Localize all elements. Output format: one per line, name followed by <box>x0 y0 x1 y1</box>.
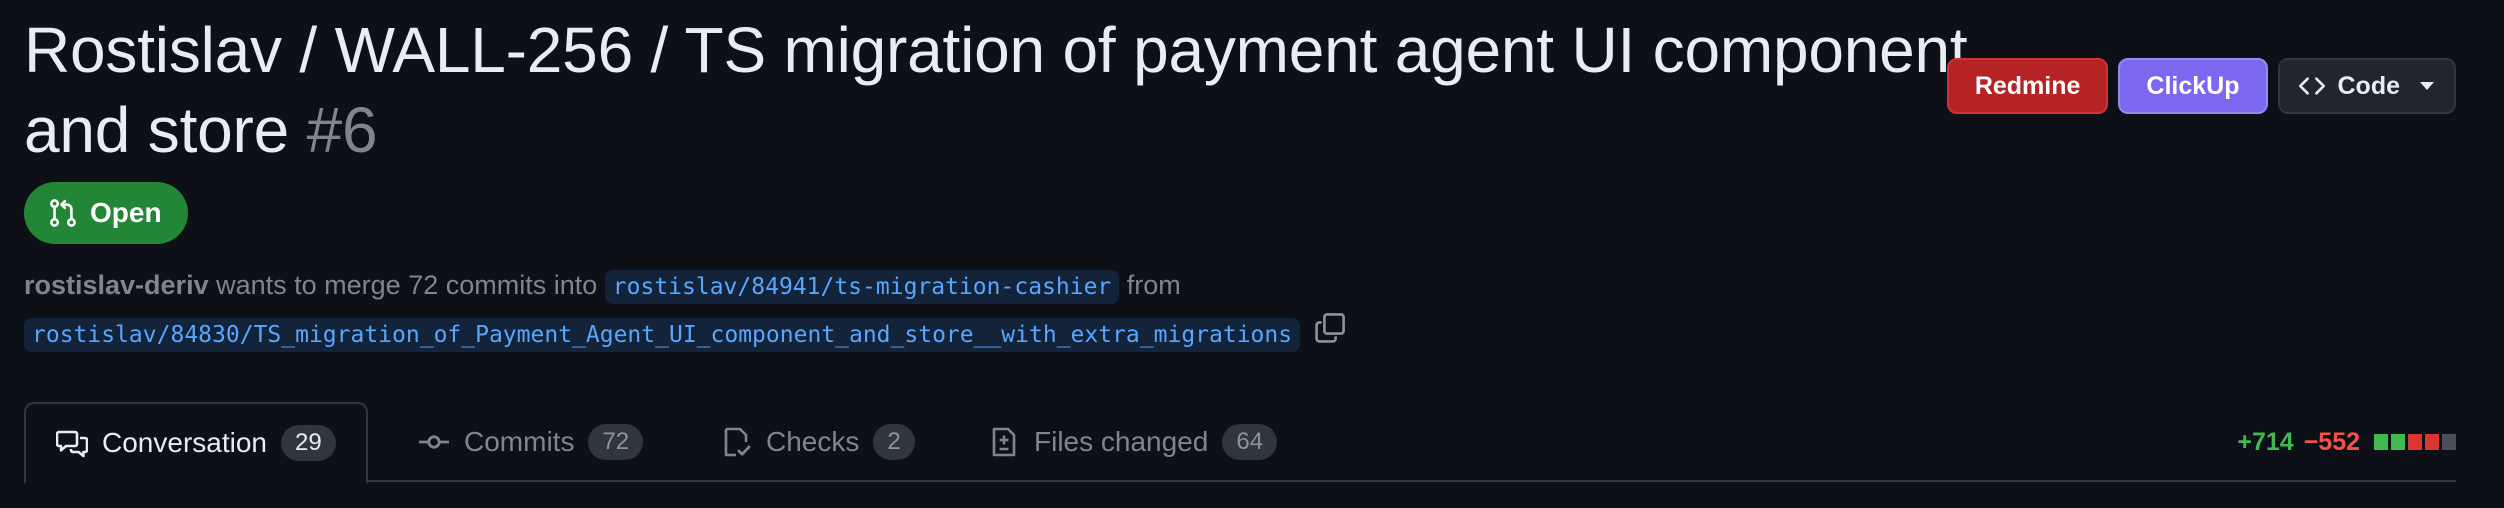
tab-commits-label: Commits <box>464 426 575 457</box>
pr-tabs: Conversation 29 Commits 72 Checks 2 File… <box>24 402 2456 484</box>
additions-count: +714 <box>2237 427 2294 456</box>
status-label: Open <box>90 197 162 228</box>
tab-checks-label: Checks <box>766 426 860 457</box>
pr-number: #6 <box>306 94 378 166</box>
base-branch[interactable]: rostislav/84941/ts-migration-cashier <box>604 270 1120 304</box>
redmine-button[interactable]: Redmine <box>1946 58 2109 114</box>
status-badge: Open <box>24 182 188 244</box>
tab-files-changed-label: Files changed <box>1034 426 1209 457</box>
from-text: from <box>1126 270 1181 300</box>
head-branch[interactable]: rostislav/84830/TS_migration_of_Payment_… <box>24 318 1301 352</box>
code-button[interactable]: Code <box>2277 58 2456 114</box>
tab-files-changed[interactable]: Files changed 64 <box>988 402 1278 482</box>
file-diff-icon <box>992 427 1016 457</box>
diffstat-blocks <box>2374 434 2456 450</box>
clickup-button-label: ClickUp <box>2146 71 2240 100</box>
tab-files-changed-count: 64 <box>1222 424 1278 460</box>
git-commit-icon <box>419 435 449 449</box>
tab-commits-count: 72 <box>588 424 644 460</box>
merge-text: wants to merge 72 commits into <box>216 270 598 300</box>
chevron-down-icon <box>2420 82 2434 90</box>
redmine-button-label: Redmine <box>1974 71 2081 100</box>
tab-commits[interactable]: Commits 72 <box>418 402 644 482</box>
header-actions: Redmine ClickUp Code <box>1946 58 2456 114</box>
copy-icon <box>1314 312 1345 343</box>
copy-button[interactable] <box>1314 312 1346 358</box>
tab-conversation-count: 29 <box>280 425 336 461</box>
diffstat-block <box>2374 434 2388 450</box>
merge-info: rostislav-deriv wants to merge 72 commit… <box>24 262 2424 358</box>
code-button-label: Code <box>2337 71 2401 100</box>
tab-checks-count: 2 <box>873 424 915 460</box>
diffstat-block <box>2425 434 2439 450</box>
tab-conversation-label: Conversation <box>102 427 267 458</box>
diffstat: +714 −552 <box>2237 402 2456 482</box>
diffstat-block <box>2391 434 2405 450</box>
pr-title: Rostislav / WALL-256 / TS migration of p… <box>24 10 1974 170</box>
clickup-button[interactable]: ClickUp <box>2118 58 2268 114</box>
diffstat-block <box>2442 434 2456 450</box>
deletions-count: −552 <box>2303 427 2360 456</box>
author-link[interactable]: rostislav-deriv <box>24 270 209 300</box>
diffstat-block <box>2408 434 2422 450</box>
checklist-icon <box>724 427 751 457</box>
code-icon <box>2298 77 2325 95</box>
tab-checks[interactable]: Checks 2 <box>720 402 915 482</box>
git-pull-request-icon <box>50 199 76 227</box>
tab-conversation[interactable]: Conversation 29 <box>24 402 368 484</box>
comment-discussion-icon <box>56 430 88 458</box>
